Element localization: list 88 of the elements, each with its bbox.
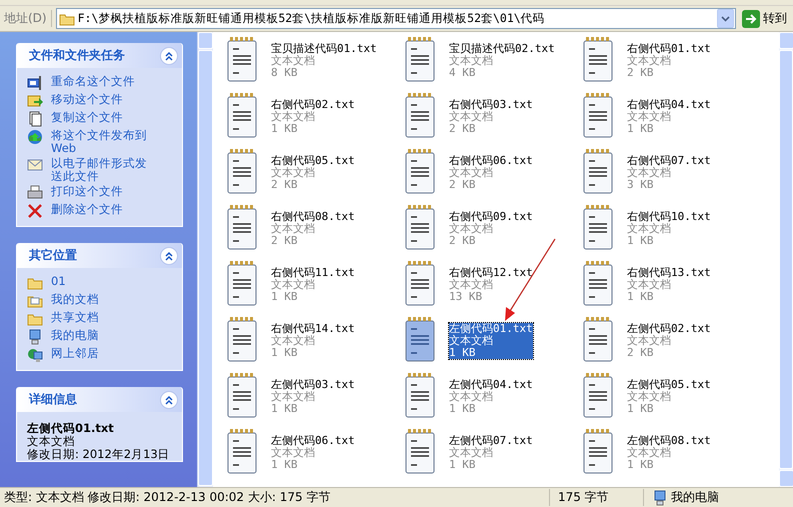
task-link[interactable]: 复制这个文件: [51, 111, 123, 124]
task-link[interactable]: 打印这个文件: [51, 185, 123, 198]
task-link[interactable]: 01: [51, 275, 66, 288]
scrollbar-thumb[interactable]: [198, 50, 213, 486]
status-info: 类型: 文本文档 修改日期: 2012-2-13 00:02 大小: 175 字节: [3, 489, 332, 506]
move-icon: [27, 93, 43, 109]
text-file-icon[interactable]: [226, 372, 258, 418]
text-file-icon[interactable]: [226, 428, 258, 474]
task-link[interactable]: 网上邻居: [51, 347, 99, 360]
file-item[interactable]: 右侧代码03.txt 文本文档 2 KB: [449, 99, 533, 135]
text-file-icon[interactable]: [226, 260, 258, 306]
file-item[interactable]: 左侧代码04.txt 文本文档 1 KB: [449, 379, 533, 415]
task-link[interactable]: 删除这个文件: [51, 203, 123, 216]
go-button[interactable]: 转到: [740, 10, 789, 28]
modified-date: 修改日期: 2012年2月13日: [27, 448, 171, 461]
file-item[interactable]: 右侧代码08.txt 文本文档 2 KB: [271, 211, 355, 247]
scrollbar-thumb[interactable]: [779, 50, 793, 469]
text-file-icon[interactable]: [404, 204, 436, 250]
file-item[interactable]: 右侧代码01.txt 文本文档 2 KB: [627, 43, 711, 79]
file-item[interactable]: 右侧代码09.txt 文本文档 2 KB: [449, 211, 533, 247]
computer-icon: [652, 490, 668, 506]
collapse-button[interactable]: [160, 246, 178, 264]
panel-title: 详细信息: [29, 391, 77, 408]
text-file-icon[interactable]: [582, 428, 614, 474]
dropdown-button[interactable]: [717, 9, 734, 28]
file-item[interactable]: 右侧代码11.txt 文本文档 1 KB: [271, 267, 355, 303]
file-item[interactable]: 左侧代码01.txt 文本文档 1 KB: [449, 323, 533, 359]
globe-icon: [27, 129, 43, 145]
text-file-icon[interactable]: [582, 316, 614, 362]
task-link[interactable]: 我的文档: [51, 293, 99, 306]
file-item[interactable]: 左侧代码05.txt 文本文档 1 KB: [627, 379, 711, 415]
task-link[interactable]: 重命名这个文件: [51, 75, 135, 88]
task-link[interactable]: 我的电脑: [51, 329, 99, 342]
computer-icon: [27, 329, 43, 345]
text-file-icon[interactable]: [404, 92, 436, 138]
envelope-icon: [27, 157, 43, 173]
collapse-button[interactable]: [160, 390, 178, 408]
printer-icon: [27, 185, 43, 201]
address-field[interactable]: F:\梦枫扶植版标准版新旺铺通用模板52套\扶植版标准版新旺铺通用模板52套\01\代码: [56, 8, 736, 29]
file-item[interactable]: 右侧代码07.txt 文本文档 3 KB: [627, 155, 711, 191]
copy-icon: [27, 111, 43, 127]
file-item[interactable]: 右侧代码04.txt 文本文档 1 KB: [627, 99, 711, 135]
file-item[interactable]: 宝贝描述代码02.txt 文本文档 4 KB: [449, 43, 555, 79]
file-item[interactable]: 右侧代码12.txt 文本文档 13 KB: [449, 267, 533, 303]
text-file-icon[interactable]: [226, 148, 258, 194]
text-file-icon[interactable]: [404, 428, 436, 474]
text-file-icon[interactable]: [404, 260, 436, 306]
text-file-icon[interactable]: [582, 36, 614, 82]
task-link[interactable]: 将这个文件发布到 Web: [51, 129, 157, 155]
file-name: 左侧代码01.txt: [27, 422, 115, 435]
text-file-icon[interactable]: [582, 372, 614, 418]
address-label: 地址(D): [4, 10, 52, 27]
task-link[interactable]: 移动这个文件: [51, 93, 123, 106]
text-file-icon[interactable]: [404, 148, 436, 194]
text-file-icon[interactable]: [226, 204, 258, 250]
file-item[interactable]: 右侧代码14.txt 文本文档 1 KB: [271, 323, 355, 359]
text-file-icon[interactable]: [582, 204, 614, 250]
file-item[interactable]: 左侧代码02.txt 文本文档 2 KB: [627, 323, 711, 359]
file-item[interactable]: 右侧代码02.txt 文本文档 1 KB: [271, 99, 355, 135]
text-file-icon[interactable]: [404, 372, 436, 418]
collapse-button[interactable]: [160, 46, 178, 64]
file-item[interactable]: 左侧代码08.txt 文本文档 1 KB: [627, 435, 711, 471]
panel-title: 文件和文件夹任务: [29, 47, 125, 64]
file-item[interactable]: 左侧代码03.txt 文本文档 1 KB: [271, 379, 355, 415]
text-file-icon[interactable]: [226, 92, 258, 138]
file-type: 文本文档: [27, 435, 76, 448]
network-icon: [27, 347, 43, 363]
text-file-icon[interactable]: [582, 92, 614, 138]
text-file-icon[interactable]: [404, 36, 436, 82]
delete-icon: [27, 203, 43, 219]
task-link[interactable]: 共享文档: [51, 311, 99, 324]
rename-icon: [27, 75, 43, 91]
panel-title: 其它位置: [29, 247, 77, 264]
file-item[interactable]: 右侧代码10.txt 文本文档 1 KB: [627, 211, 711, 247]
file-item[interactable]: 左侧代码07.txt 文本文档 1 KB: [449, 435, 533, 471]
text-file-icon[interactable]: [226, 36, 258, 82]
file-item[interactable]: 宝贝描述代码01.txt 文本文档 8 KB: [271, 43, 377, 79]
file-item[interactable]: 左侧代码06.txt 文本文档 1 KB: [271, 435, 355, 471]
status-size: 175 字节: [549, 489, 643, 506]
status-location: 我的电脑: [671, 489, 719, 506]
file-item[interactable]: 右侧代码13.txt 文本文档 1 KB: [627, 267, 711, 303]
task-link[interactable]: 以电子邮件形式发送此文件: [51, 157, 157, 183]
file-item[interactable]: 右侧代码05.txt 文本文档 2 KB: [271, 155, 355, 191]
text-file-icon[interactable]: [582, 260, 614, 306]
text-file-icon[interactable]: [226, 316, 258, 362]
file-item[interactable]: 右侧代码06.txt 文本文档 2 KB: [449, 155, 533, 191]
text-file-icon[interactable]: [582, 148, 614, 194]
text-file-icon[interactable]: [404, 316, 436, 362]
